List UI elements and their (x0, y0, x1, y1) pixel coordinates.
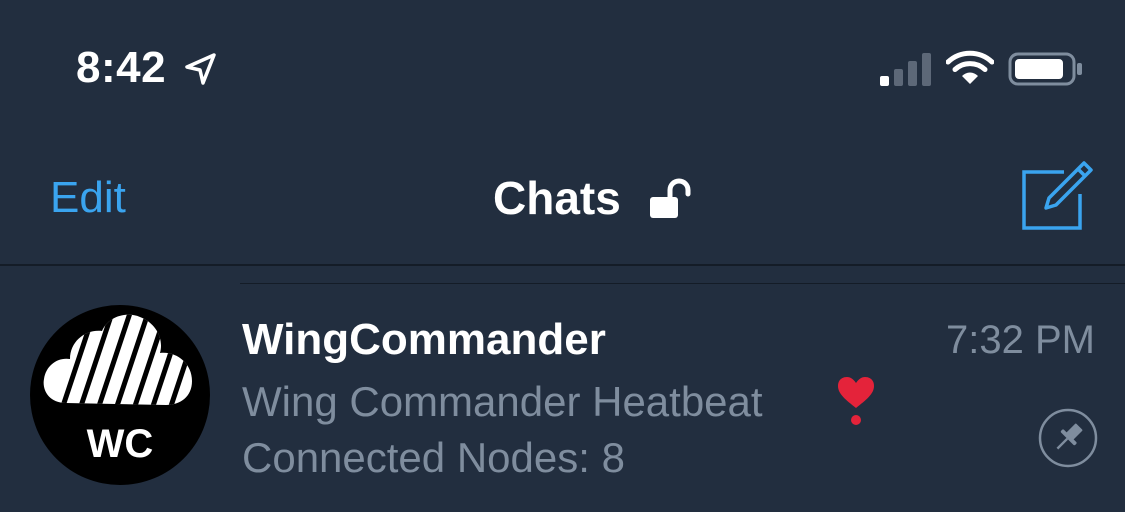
chats-screen: 8:42 Edit Chats WC WingCommander 7:32 PM… (0, 0, 1125, 512)
cellular-signal-icon (880, 53, 931, 86)
chat-list-item[interactable]: WC WingCommander 7:32 PM Wing Commander … (0, 284, 1125, 512)
chat-timestamp: 7:32 PM (946, 318, 1095, 362)
avatar-initials: WC (87, 422, 154, 466)
chat-name: WingCommander (242, 315, 606, 364)
unlocked-padlock-icon[interactable] (648, 178, 692, 220)
nav-divider (0, 264, 1125, 266)
edit-button[interactable]: Edit (50, 170, 126, 226)
status-time: 8:42 (76, 43, 167, 92)
heart-exclamation-icon (838, 377, 874, 425)
chat-preview: Wing Commander Heatbeat (242, 378, 763, 425)
location-arrow-icon (185, 53, 216, 85)
compose-icon[interactable] (1020, 158, 1096, 234)
wifi-icon (946, 50, 994, 84)
battery-icon (1008, 52, 1082, 86)
page-title: Chats (493, 172, 621, 224)
chat-preview-secondary: Connected Nodes: 8 (242, 434, 625, 481)
pin-icon (1038, 408, 1098, 468)
avatar: WC (30, 305, 210, 485)
